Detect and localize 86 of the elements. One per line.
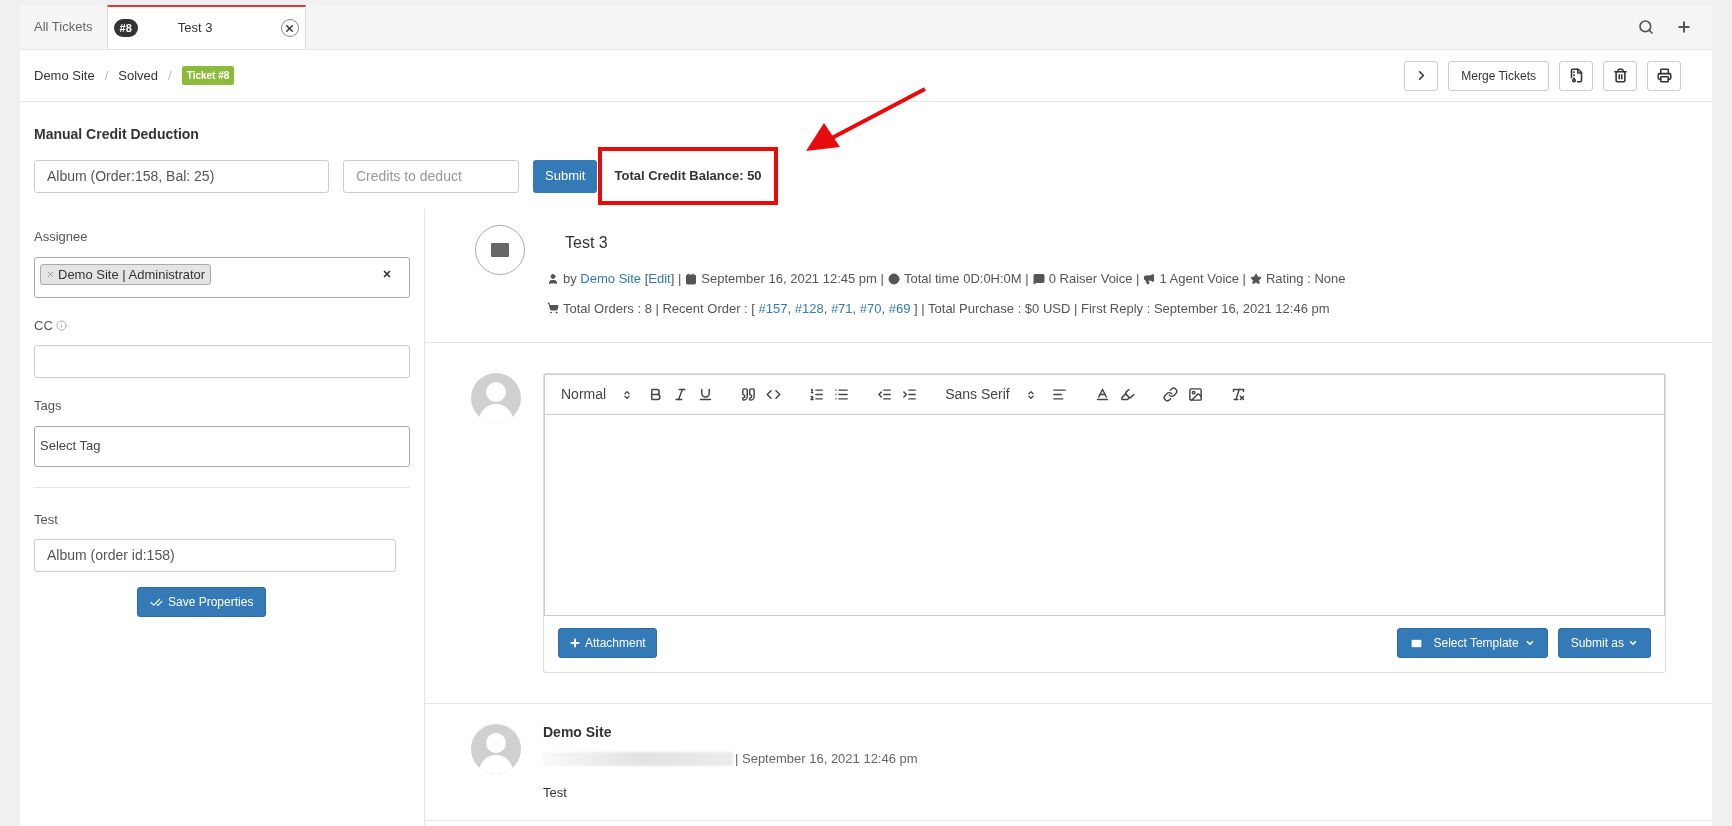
reply-body: Test (543, 783, 568, 802)
search-icon[interactable] (1638, 19, 1654, 35)
image-icon[interactable] (1187, 387, 1203, 402)
meta-link[interactable]: #128 (794, 300, 824, 316)
cart-icon (547, 302, 559, 315)
breadcrumb-link[interactable]: Demo Site (34, 65, 95, 86)
archive-file-icon (1568, 68, 1584, 83)
meta-link[interactable]: Edit (648, 271, 671, 286)
caret-icon (1524, 638, 1535, 648)
meta-text: by Demo Site [Edit] | (563, 270, 682, 288)
meta-text: Rating : None (1266, 270, 1346, 288)
outdent-icon[interactable] (877, 387, 893, 402)
credit-balance: Total Credit Balance: 50 (614, 167, 762, 186)
toolbar-dropdown[interactable]: Normal (561, 384, 633, 405)
ticket-number-badge: #8 (113, 18, 138, 38)
select-template-button[interactable]: Select Template (1397, 628, 1548, 658)
archive-button[interactable] (1559, 60, 1593, 91)
bold-icon[interactable] (648, 387, 664, 402)
plus-icon (569, 637, 581, 649)
merge-tickets-button[interactable]: Merge Tickets (1448, 60, 1549, 91)
reply-author: Demo Site (543, 723, 613, 742)
numbered-list-icon[interactable] (809, 387, 825, 402)
tab-label: Test 3 (177, 19, 214, 38)
meta-text: Total time 0D:0H:0M | (903, 270, 1029, 288)
meta-link[interactable]: #157 (758, 300, 788, 316)
field-label: CC (34, 316, 53, 335)
assignee-chip[interactable]: Demo Site | Administrator (40, 263, 212, 285)
avatar-silhouette (471, 373, 521, 423)
clear-format-icon[interactable] (1230, 387, 1246, 402)
submit-button[interactable]: Submit (533, 159, 598, 193)
underline-icon[interactable] (698, 387, 714, 402)
cc-input[interactable] (34, 345, 410, 378)
meta-link[interactable]: #70 (859, 300, 882, 316)
section-title: Manual Credit Deduction (34, 125, 200, 144)
reply-date: | September 16, 2021 12:46 pm (735, 750, 918, 768)
delete-button[interactable] (1603, 60, 1637, 91)
meta-text: September 16, 2021 12:45 pm | (701, 270, 884, 288)
speech-bubble-icon (1032, 272, 1045, 285)
trash-icon (1612, 68, 1628, 83)
italic-icon[interactable] (673, 387, 689, 402)
print-button[interactable] (1647, 60, 1681, 91)
order-select[interactable]: Album (Order:158, Bal: 25) (34, 159, 329, 193)
ticket-subject: Test 3 (565, 233, 609, 253)
caret-icon (1628, 638, 1638, 648)
megaphone-icon (1143, 272, 1156, 285)
breadcrumb-link[interactable]: Solved (118, 65, 159, 86)
test-select[interactable]: Album (order id:158) (34, 539, 396, 572)
clear-icon[interactable] (382, 268, 392, 279)
indent-icon[interactable] (902, 387, 918, 402)
toolbar-dropdown[interactable]: Sans Serif (945, 384, 1036, 405)
tab-label: All Tickets (34, 18, 93, 37)
tab[interactable]: All Tickets (20, 5, 107, 49)
user-icon (547, 272, 559, 285)
tag-select[interactable]: Select Tag (34, 425, 410, 467)
meta-text: 0 Raiser Voice | (1048, 270, 1140, 288)
align-icon[interactable] (1051, 387, 1067, 402)
field-label: Test (34, 510, 59, 529)
print-icon (1656, 68, 1672, 83)
breadcrumb-separator: / (104, 66, 109, 85)
credits-input[interactable]: Credits to deduct (343, 159, 519, 193)
up-down-caret-icon (622, 389, 633, 400)
save-properties-button[interactable]: Save Properties (137, 587, 267, 617)
plus-icon[interactable] (1676, 19, 1692, 35)
meta-text: 1 Agent Voice | (1159, 270, 1246, 288)
bullet-list-icon[interactable] (834, 387, 850, 402)
submit-as-button[interactable]: Submit as (1557, 628, 1651, 658)
field-label: Assignee (34, 228, 89, 246)
meta-link[interactable]: #71 (830, 300, 853, 316)
meta-link[interactable]: Demo Site (580, 271, 642, 286)
code-icon[interactable] (766, 387, 782, 402)
breadcrumb-separator: / (168, 66, 172, 85)
tab[interactable]: #8 Test 3 (106, 5, 306, 49)
assignee-select[interactable]: Demo Site | Administrator (34, 256, 410, 298)
link-icon[interactable] (1162, 387, 1178, 402)
meta-text: Total Orders : 8 | Recent Order : [ #157, #128, #71, #70, #69 ] | Total Purchase : $0 USD | First Reply : September 16, 2021 12:46 pm (563, 299, 1330, 318)
ticket-badge: Ticket #8 (181, 66, 235, 85)
meta-link[interactable]: #69 (888, 300, 911, 316)
quote-icon[interactable] (741, 387, 757, 402)
avatar-silhouette (471, 724, 521, 774)
text-color-icon[interactable] (1094, 387, 1110, 402)
star-icon (1250, 272, 1262, 285)
info-icon (55, 319, 67, 331)
highlighter-icon[interactable] (1119, 387, 1135, 402)
field-label: Tags (34, 397, 63, 415)
up-down-caret-icon (1025, 389, 1036, 400)
attachment-button[interactable]: Attachment (558, 628, 657, 658)
